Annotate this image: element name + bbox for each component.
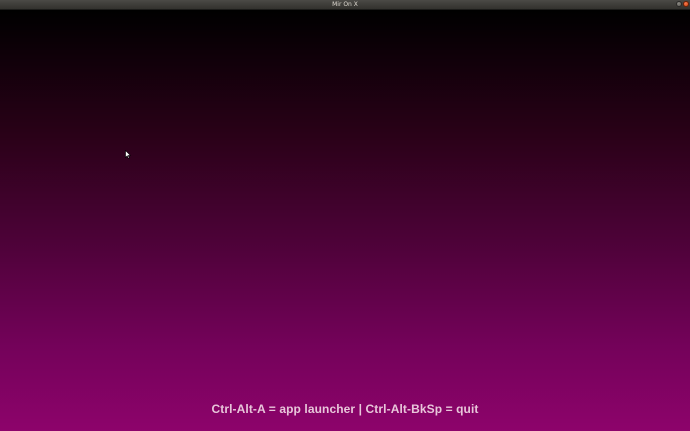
mouse-pointer-icon <box>125 150 131 159</box>
close-button[interactable] <box>683 1 689 7</box>
minimize-button[interactable] <box>676 1 682 7</box>
keyboard-shortcut-hint: Ctrl-Alt-A = app launcher | Ctrl-Alt-BkS… <box>211 402 479 416</box>
desktop-background[interactable]: Ctrl-Alt-A = app launcher | Ctrl-Alt-BkS… <box>0 10 690 431</box>
window-title: Mir On X <box>332 1 358 8</box>
title-bar[interactable]: Mir On X <box>0 0 690 10</box>
mir-on-x-window: Mir On X Ctrl-Alt-A = app launcher | Ctr… <box>0 0 690 431</box>
